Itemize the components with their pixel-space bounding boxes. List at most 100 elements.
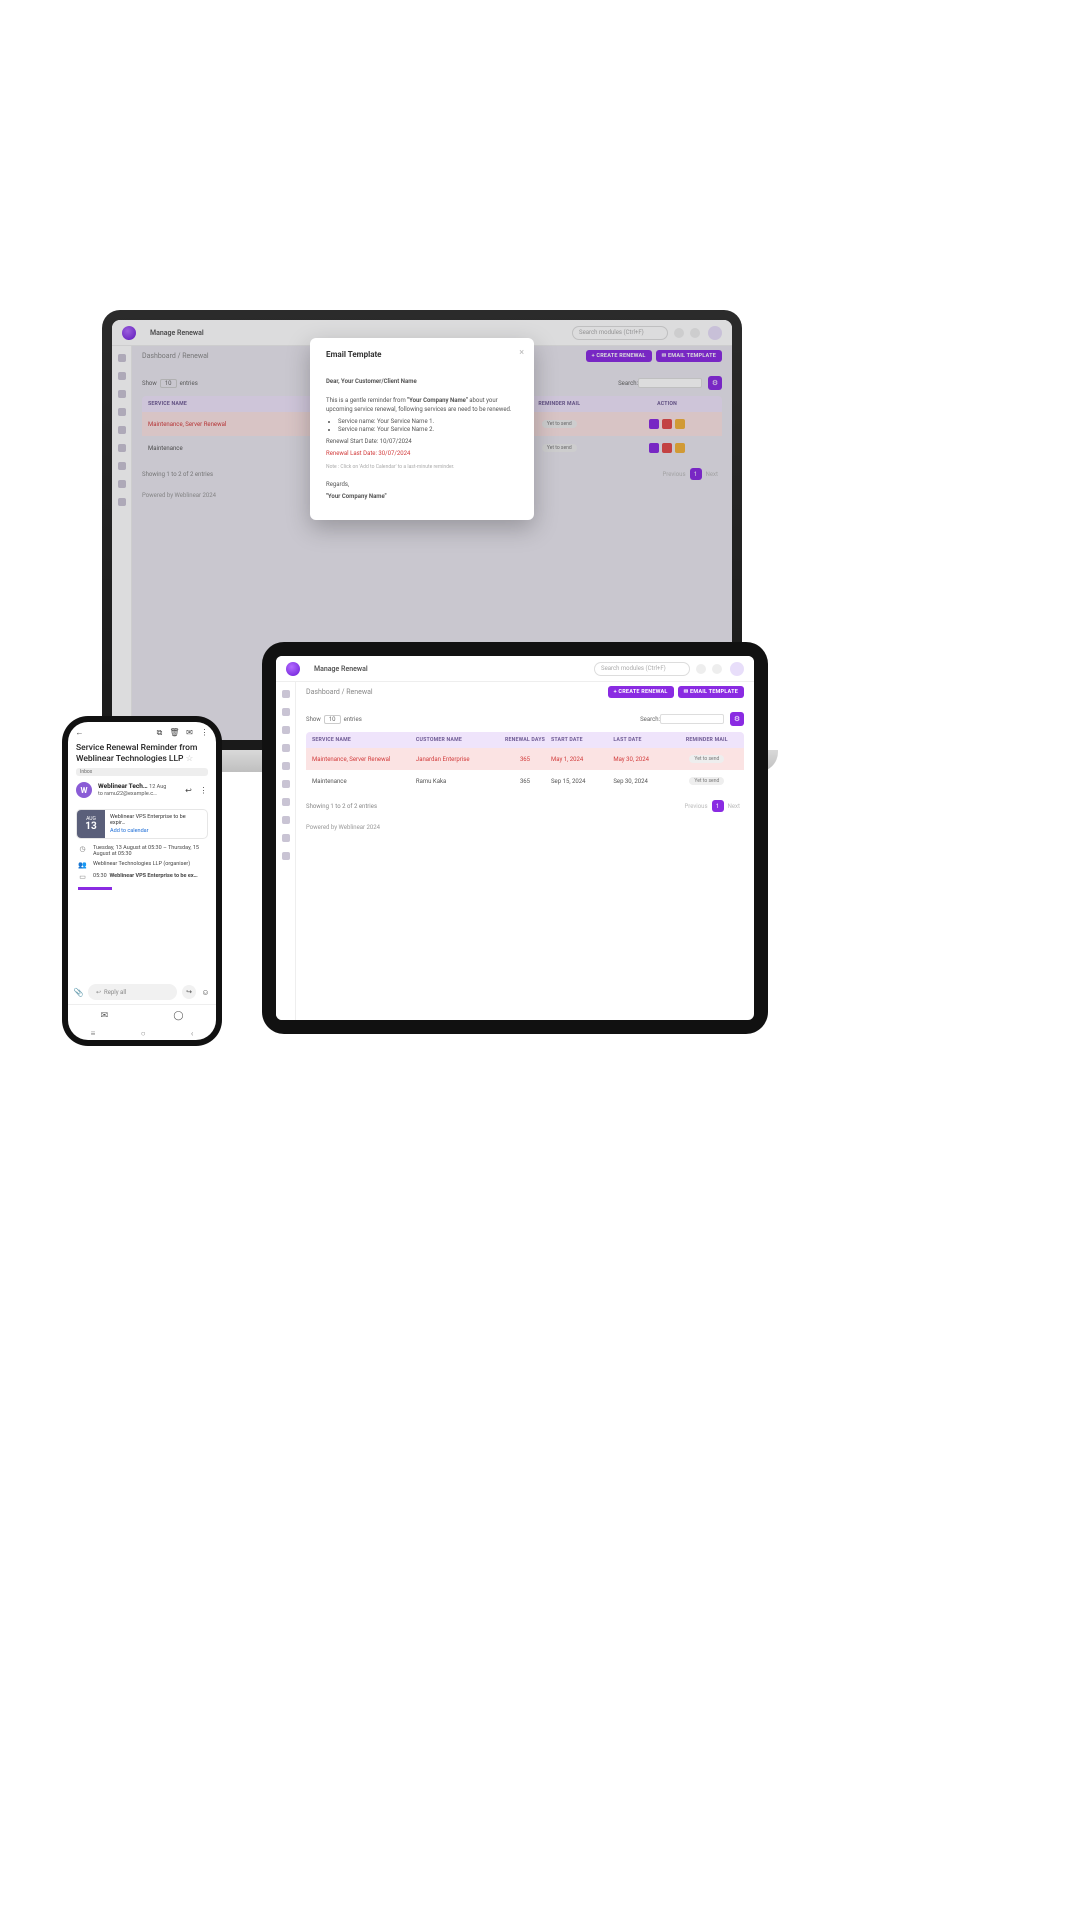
tool-icon[interactable] [674,328,684,338]
close-icon[interactable]: × [519,348,524,358]
pager-next[interactable]: Next [706,471,718,478]
show-label: Show [142,380,157,387]
email-template-button[interactable]: ✉ EMAIL TEMPLATE [678,686,744,698]
sidebar-icon[interactable] [282,852,290,860]
more-icon[interactable]: ⋮ [200,728,209,737]
col-days[interactable]: RENEWAL DAYS [499,737,551,743]
delete-icon[interactable] [662,419,672,429]
inbox-label[interactable]: Inbox [76,768,208,776]
global-search-input[interactable]: Search modules (Ctrl+F) [572,326,668,340]
pager-prev[interactable]: Previous [684,803,707,810]
tool-icon[interactable] [696,664,706,674]
sidebar [276,682,296,1020]
pager-next[interactable]: Next [728,803,740,810]
showing-text: Showing 1 to 2 of 2 entries [306,803,377,810]
sidebar-icon[interactable] [118,372,126,380]
edit-icon[interactable] [649,419,659,429]
system-nav: ≡ ○ ‹ [68,1026,216,1040]
col-start[interactable]: START DATE [551,737,613,743]
delete-icon[interactable] [662,443,672,453]
global-search-input[interactable]: Search modules (Ctrl+F) [594,662,690,676]
sidebar-icon[interactable] [118,390,126,398]
user-avatar[interactable] [730,662,744,676]
search-label: Search: [640,716,660,723]
sidebar-icon[interactable] [282,708,290,716]
edit-icon[interactable] [649,443,659,453]
sidebar-icon[interactable] [282,816,290,824]
archive-icon[interactable]: ⧉ [155,728,164,737]
sidebar [112,346,132,740]
back-icon[interactable]: ← [75,728,84,737]
page-title: Manage Renewal [150,329,204,337]
sidebar-icon[interactable] [118,462,126,470]
mail-icon[interactable] [675,443,685,453]
sidebar-icon[interactable] [282,762,290,770]
table-search-input[interactable] [638,378,702,388]
add-to-calendar-link[interactable]: Add to calendar [110,828,202,834]
sender-avatar[interactable]: W [76,782,92,798]
app-topbar: Manage Renewal Search modules (Ctrl+F) [276,656,754,682]
pager-current[interactable]: 1 [712,800,724,812]
col-mail[interactable]: REMINDER MAIL [676,737,738,743]
entries-label: entries [180,380,198,387]
forward-icon[interactable]: ↪ [182,985,196,999]
table-search-input[interactable] [660,714,724,724]
more-icon[interactable]: ⋮ [199,786,208,795]
sidebar-icon[interactable] [282,834,290,842]
show-label: Show [306,716,321,723]
recents-icon[interactable]: ≡ [91,1029,96,1038]
page-size-select[interactable]: 10 [160,379,177,388]
page-title: Manage Renewal [314,665,368,673]
emoji-icon[interactable]: ☺ [201,988,210,997]
mail-icon[interactable]: ✉ [185,728,194,737]
sidebar-icon[interactable] [118,354,126,362]
email-template-button[interactable]: ✉ EMAIL TEMPLATE [656,350,722,362]
sidebar-icon[interactable] [282,798,290,806]
sidebar-icon[interactable] [282,690,290,698]
sidebar-icon[interactable] [118,498,126,506]
user-avatar[interactable] [708,326,722,340]
sidebar-icon[interactable] [282,744,290,752]
sidebar-icon[interactable] [118,426,126,434]
create-renewal-button[interactable]: + CREATE RENEWAL [586,350,652,362]
chat-tab-icon[interactable]: ◯ [173,1011,183,1021]
mail-icon[interactable] [675,419,685,429]
sidebar-icon[interactable] [282,726,290,734]
sidebar-icon[interactable] [282,780,290,788]
settings-icon[interactable]: ⚙ [730,712,744,726]
search-label: Search: [618,380,638,387]
phone-screen: ← ⧉ 🗑 ✉ ⋮ Service Renewal Reminder from … [68,722,216,1040]
settings-icon[interactable]: ⚙ [708,376,722,390]
back-icon[interactable]: ‹ [191,1029,193,1038]
col-service[interactable]: SERVICE NAME [312,737,416,743]
email-subject: Service Renewal Reminder from Weblinear … [68,743,216,764]
reply-input[interactable]: ↩ Reply all [88,984,177,1000]
progress-bar [78,887,112,890]
refresh-icon[interactable] [690,328,700,338]
sidebar-icon[interactable] [118,444,126,452]
col-customer[interactable]: CUSTOMER NAME [416,737,499,743]
phone-device: ← ⧉ 🗑 ✉ ⋮ Service Renewal Reminder from … [62,716,222,1046]
modal-title: Email Template [326,350,518,359]
brand-logo-icon [122,326,136,340]
home-icon[interactable]: ○ [141,1029,146,1038]
delete-icon[interactable]: 🗑 [170,728,179,737]
calendar-card[interactable]: AUG13 Weblinear VPS Enterprise to be exp… [76,809,208,839]
pager-current[interactable]: 1 [690,468,702,480]
brand-logo-icon [286,662,300,676]
pager-prev[interactable]: Previous [662,471,685,478]
sender-name: Weblinear Tech… [98,782,148,790]
table-row[interactable]: Maintenance Ramu Kaka 365 Sep 15, 2024 S… [306,770,744,792]
sidebar-icon[interactable] [118,408,126,416]
refresh-icon[interactable] [712,664,722,674]
footer-text: Powered by Weblinear 2024 [306,824,744,831]
mail-tab-icon[interactable]: ✉ [101,1011,109,1021]
create-renewal-button[interactable]: + CREATE RENEWAL [608,686,674,698]
sidebar-icon[interactable] [118,480,126,488]
attach-icon[interactable]: 📎 [74,988,83,997]
page-size-select[interactable]: 10 [324,715,341,724]
showing-text: Showing 1 to 2 of 2 entries [142,471,213,478]
reply-icon[interactable]: ↩ [184,786,193,795]
col-last[interactable]: LAST DATE [613,737,675,743]
table-row[interactable]: Maintenance, Server Renewal Janardan Ent… [306,748,744,770]
